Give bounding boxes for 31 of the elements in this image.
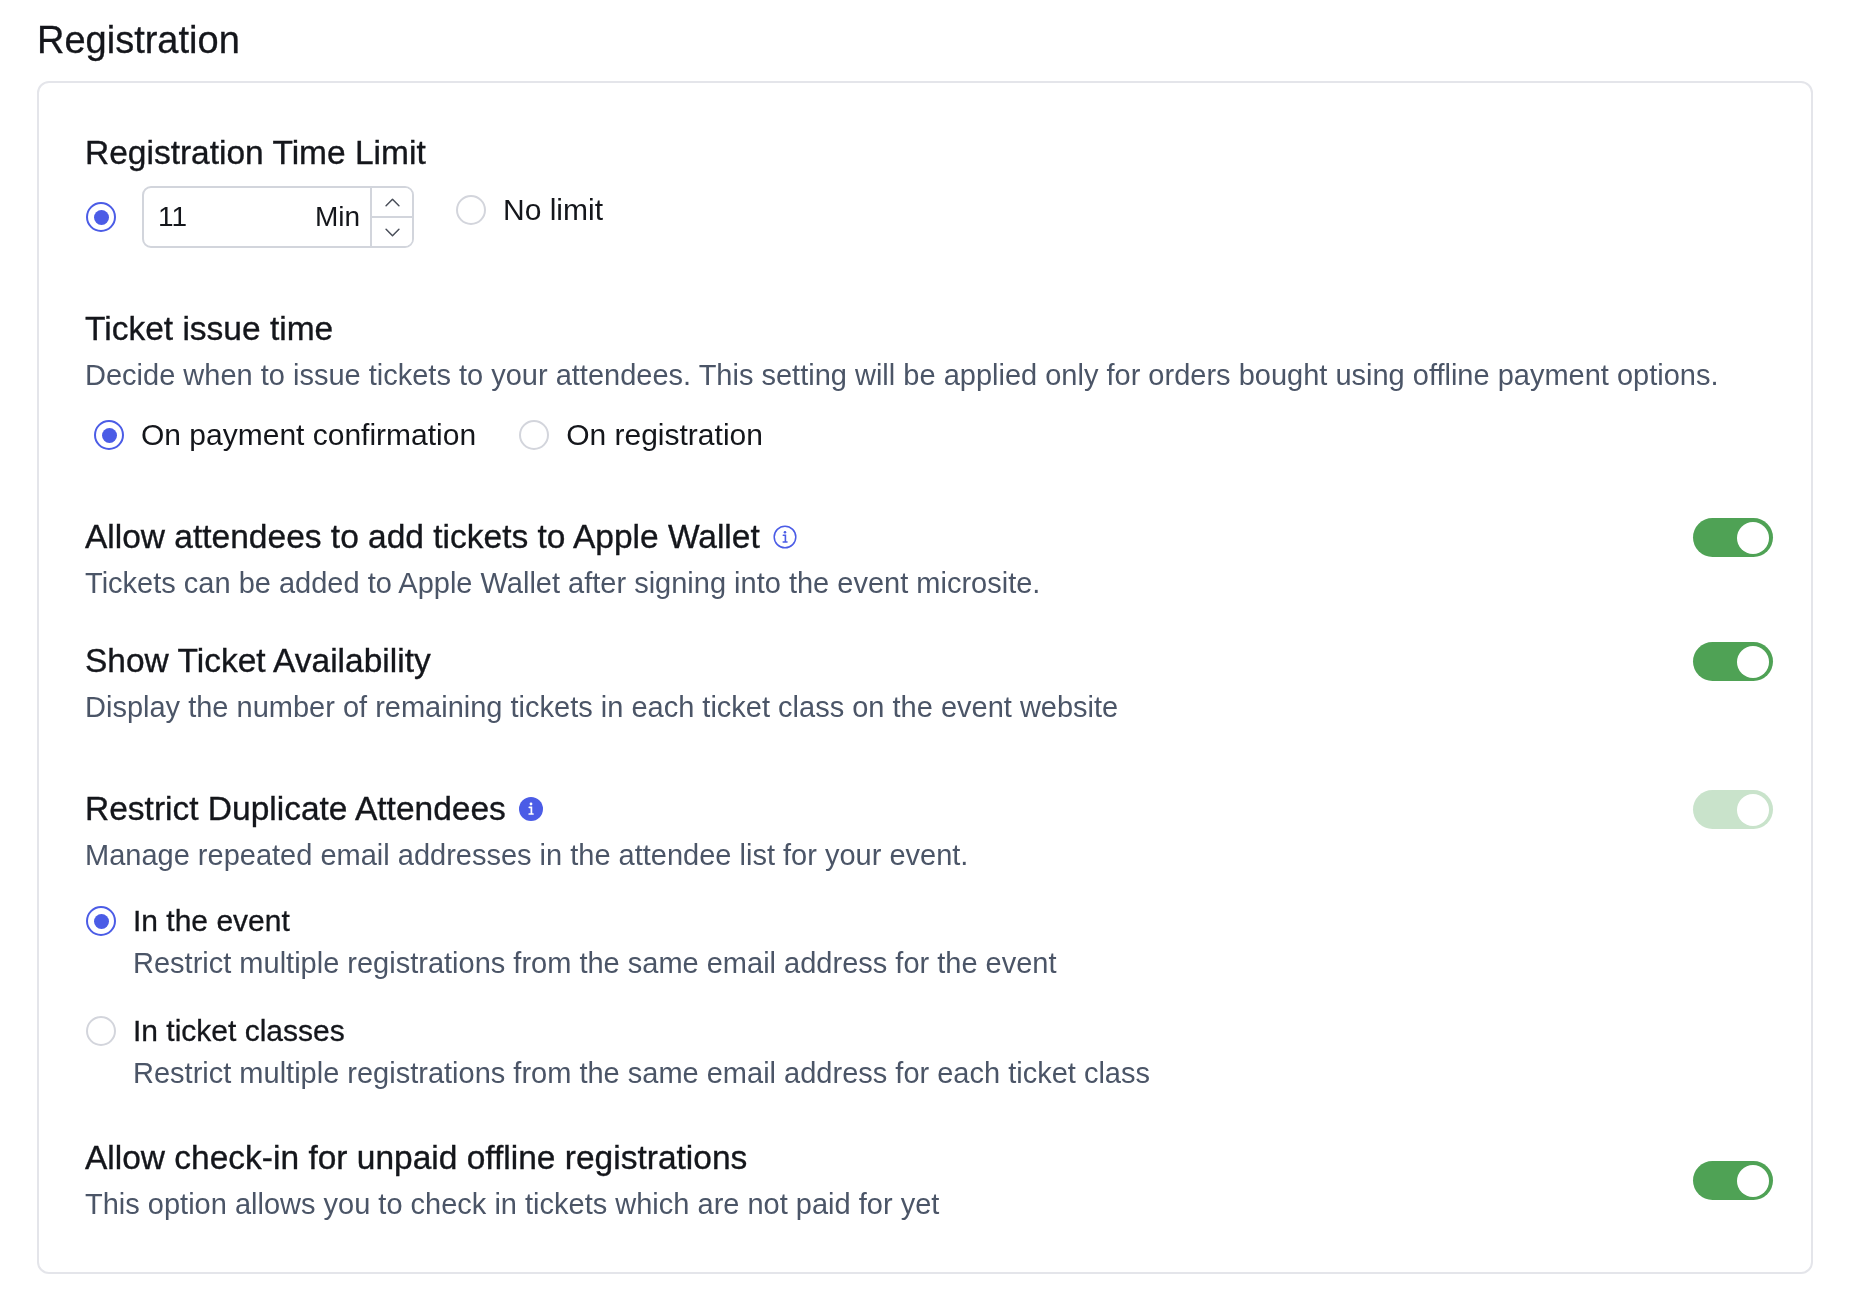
- setting-title: Allow attendees to add tickets to Apple Wallet: [85, 517, 760, 557]
- toggle-switch[interactable]: [1693, 1161, 1773, 1200]
- radio-button[interactable]: [86, 202, 116, 232]
- spin-box[interactable]: 11 Min: [142, 186, 414, 248]
- radio-label: No limit: [503, 192, 603, 228]
- setting-description: Display the number of remaining tickets in each ticket class on the event website: [85, 690, 1119, 725]
- setting-description: Manage repeated email addresses in the attendee list for your event.: [85, 838, 970, 873]
- radio-label: In ticket classes: [133, 1013, 345, 1049]
- radio-label: On registration: [566, 417, 763, 453]
- toggle-switch[interactable]: [1693, 642, 1773, 681]
- unit-label: Min: [314, 200, 360, 234]
- radio-button[interactable]: [94, 420, 124, 450]
- option-description: Restrict multiple registrations from the same email address for the event: [133, 946, 1058, 981]
- radio-label: On payment confirmation: [141, 417, 477, 453]
- setting-title: Show Ticket Availability: [85, 641, 431, 681]
- info-icon[interactable]: [772, 525, 797, 549]
- section-title: Registration Time Limit: [85, 133, 427, 173]
- section-title: Ticket issue time: [85, 309, 335, 349]
- setting-title: Restrict Duplicate Attendees: [85, 789, 506, 829]
- setting-description: Tickets can be added to Apple Wallet after signing into the event microsite.: [85, 566, 1041, 601]
- section-description: Decide when to issue tickets to your attendees. This setting will be applied only for orders bought using offline payment options.: [85, 358, 1720, 393]
- toggle-switch[interactable]: [1693, 518, 1773, 557]
- chevron-up-icon: [384, 197, 400, 207]
- page-title: Registration: [37, 18, 241, 63]
- increment-button[interactable]: [372, 188, 412, 218]
- option-description: Restrict multiple registrations from the same email address for each ticket class: [133, 1056, 1150, 1091]
- radio-label: In the event: [133, 903, 290, 939]
- number-input[interactable]: 11: [144, 199, 315, 235]
- setting-description: This option allows you to check in tickets which are not paid for yet: [85, 1187, 940, 1222]
- setting-title: Allow check-in for unpaid offline registrations: [85, 1138, 748, 1178]
- chevron-down-icon: [384, 227, 400, 237]
